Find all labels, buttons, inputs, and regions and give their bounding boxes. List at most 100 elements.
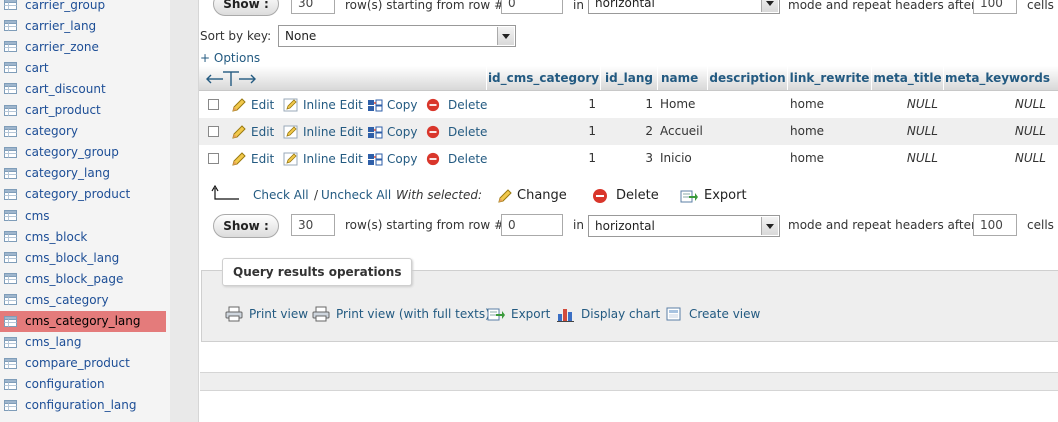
- bulk-delete-label: Delete: [616, 188, 659, 203]
- sidebar-item-cms-lang[interactable]: cms_lang: [0, 332, 166, 353]
- sidebar-item-cart-product[interactable]: cart_product: [0, 100, 166, 121]
- inline-edit-link[interactable]: Inline Edit: [283, 118, 363, 145]
- delete-icon: [426, 152, 440, 165]
- start-row-input-top[interactable]: 0: [501, 0, 563, 14]
- table-icon: [4, 273, 17, 285]
- rows-count-input-top[interactable]: 30: [291, 0, 335, 14]
- sidebar-item-category-group[interactable]: category_group: [0, 142, 166, 163]
- sidebar-item-category-lang[interactable]: category_lang: [0, 163, 166, 184]
- sidebar-item-cart-discount[interactable]: cart_discount: [0, 78, 166, 99]
- cell-meta-title: NULL: [906, 151, 938, 165]
- sidebar-item-cms-category-lang[interactable]: cms_category_lang: [0, 310, 166, 332]
- table-icon: [4, 146, 17, 158]
- cell-name: Home: [660, 97, 696, 111]
- cell-name: Inicio: [660, 151, 692, 165]
- printer-icon: [225, 306, 243, 322]
- sidebar-item-compare-product[interactable]: compare_product: [0, 353, 166, 374]
- chevron-down-icon: [761, 217, 778, 235]
- bulk-export-button[interactable]: Export: [680, 182, 747, 209]
- bulk-delete-button[interactable]: Delete: [592, 182, 659, 209]
- table-icon: [4, 357, 17, 369]
- copy-icon: [368, 153, 383, 165]
- table-row: Edit Inline Edit Copy Delete 1 1 Home home NULL N…: [199, 91, 1058, 118]
- sidebar-scrollbar[interactable]: [170, 0, 199, 422]
- with-selected-label: With selected:: [396, 188, 483, 202]
- start-row-input-bottom[interactable]: 0: [501, 214, 563, 236]
- row-checkbox[interactable]: [208, 99, 219, 110]
- sidebar-item-configuration-lang[interactable]: configuration_lang: [0, 395, 166, 416]
- delete-link[interactable]: Delete: [426, 145, 487, 172]
- sidebar-item-cart[interactable]: cart: [0, 57, 166, 78]
- sidebar-item-category[interactable]: category: [0, 121, 166, 142]
- sidebar-item-cms-block-page[interactable]: cms_block_page: [0, 268, 166, 289]
- export-link[interactable]: Export: [487, 302, 550, 326]
- sidebar-item-category-product[interactable]: category_product: [0, 184, 166, 205]
- column-header-name[interactable]: name: [657, 66, 707, 90]
- sidebar-item-cms-block-lang[interactable]: cms_block_lang: [0, 247, 166, 268]
- display-chart-link[interactable]: Display chart: [557, 302, 660, 326]
- bulk-change-button[interactable]: Change: [497, 182, 567, 209]
- repeat-label-bottom: mode and repeat headers after: [788, 218, 976, 232]
- edit-link[interactable]: Edit: [231, 145, 274, 172]
- cell-id-cms-category: 1: [588, 97, 596, 111]
- copy-link[interactable]: Copy: [367, 145, 417, 172]
- copy-link[interactable]: Copy: [367, 118, 417, 145]
- sidebar-item-label: category_product: [25, 187, 131, 202]
- repeat-input-top[interactable]: 100: [973, 0, 1017, 14]
- show-button-top[interactable]: Show :: [213, 0, 279, 16]
- column-header-id-lang[interactable]: id_lang: [600, 66, 657, 90]
- sort-by-key-select[interactable]: None: [278, 25, 516, 47]
- sidebar-item-label: cms_block_lang: [25, 250, 120, 265]
- cell-id-lang: 3: [645, 151, 653, 165]
- copy-label: Copy: [387, 151, 418, 166]
- query-results-title: Query results operations: [222, 258, 413, 286]
- mode-select-bottom[interactable]: horizontal: [588, 215, 780, 237]
- sidebar-item-carrier-lang[interactable]: carrier_lang: [0, 15, 166, 36]
- column-header-description[interactable]: description: [707, 66, 787, 90]
- repeat-input-bottom[interactable]: 100: [973, 214, 1017, 236]
- export-icon: [680, 190, 698, 202]
- uncheck-all-link[interactable]: Uncheck All: [321, 188, 391, 202]
- sidebar-item-label: cart_discount: [25, 81, 106, 96]
- sidebar-item-label: cms_category_lang: [25, 314, 141, 328]
- delete-label: Delete: [448, 124, 488, 139]
- column-header-meta-title[interactable]: meta_title: [871, 66, 943, 90]
- sidebar-item-carrier-group[interactable]: carrier_group: [0, 0, 166, 15]
- print-view-link[interactable]: Print view: [225, 302, 308, 326]
- check-separator: /: [314, 188, 319, 202]
- sidebar-item-label: cms_block: [25, 229, 88, 244]
- options-link[interactable]: + Options: [200, 51, 260, 65]
- delete-icon: [426, 125, 440, 138]
- row-checkbox[interactable]: [208, 126, 219, 137]
- inline-edit-link[interactable]: Inline Edit: [283, 145, 363, 172]
- delete-label: Delete: [448, 97, 488, 112]
- column-header-meta-keywords[interactable]: meta_keywords: [943, 66, 1051, 90]
- column-resize-arrows-icon[interactable]: [205, 69, 257, 90]
- sidebar-item-cms[interactable]: cms: [0, 205, 166, 226]
- sidebar-item-cms-block[interactable]: cms_block: [0, 226, 166, 247]
- create-view-link[interactable]: Create view: [665, 302, 760, 326]
- delete-link[interactable]: Delete: [426, 91, 487, 118]
- column-header-id-cms-category[interactable]: id_cms_category: [486, 66, 600, 90]
- edit-link[interactable]: Edit: [231, 118, 274, 145]
- sidebar-item-label: compare_product: [25, 356, 130, 371]
- mode-select-top[interactable]: horizontal: [588, 0, 780, 14]
- sidebar-item-configuration[interactable]: configuration: [0, 374, 166, 395]
- delete-icon: [593, 188, 607, 203]
- rows-count-input-bottom[interactable]: 30: [291, 214, 335, 236]
- row-checkbox[interactable]: [208, 153, 219, 164]
- copy-link[interactable]: Copy: [367, 91, 417, 118]
- mode-select-value: horizontal: [595, 0, 655, 10]
- delete-link[interactable]: Delete: [426, 118, 487, 145]
- check-all-link[interactable]: Check All: [253, 188, 309, 202]
- print-view-full-label: Print view (with full texts): [336, 307, 490, 321]
- sidebar-item-cms-category[interactable]: cms_category: [0, 289, 166, 310]
- table-icon: [4, 336, 17, 348]
- show-button-bottom[interactable]: Show :: [213, 214, 279, 238]
- sidebar-item-carrier-zone[interactable]: carrier_zone: [0, 36, 166, 57]
- edit-link[interactable]: Edit: [231, 91, 274, 118]
- in-label-top: in: [573, 0, 584, 12]
- column-header-link-rewrite[interactable]: link_rewrite: [787, 66, 871, 90]
- print-view-full-link[interactable]: Print view (with full texts): [312, 302, 490, 326]
- inline-edit-link[interactable]: Inline Edit: [283, 91, 363, 118]
